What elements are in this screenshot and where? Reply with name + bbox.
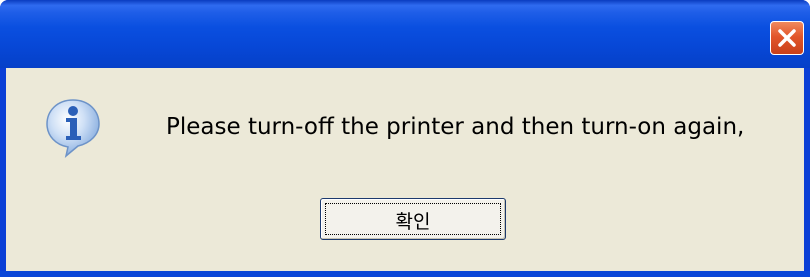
window-frame-bottom [0,271,810,277]
ok-button-label: 확인 [395,211,431,233]
message-dialog: Please turn-off the printer and then tur… [0,0,810,277]
info-icon [46,99,100,158]
close-button[interactable] [770,21,804,55]
close-icon [778,29,796,47]
dialog-message: Please turn-off the printer and then tur… [166,114,745,140]
ok-button[interactable]: 확인 [320,198,506,240]
title-bar[interactable] [0,0,810,68]
dialog-body: Please turn-off the printer and then tur… [6,68,804,271]
